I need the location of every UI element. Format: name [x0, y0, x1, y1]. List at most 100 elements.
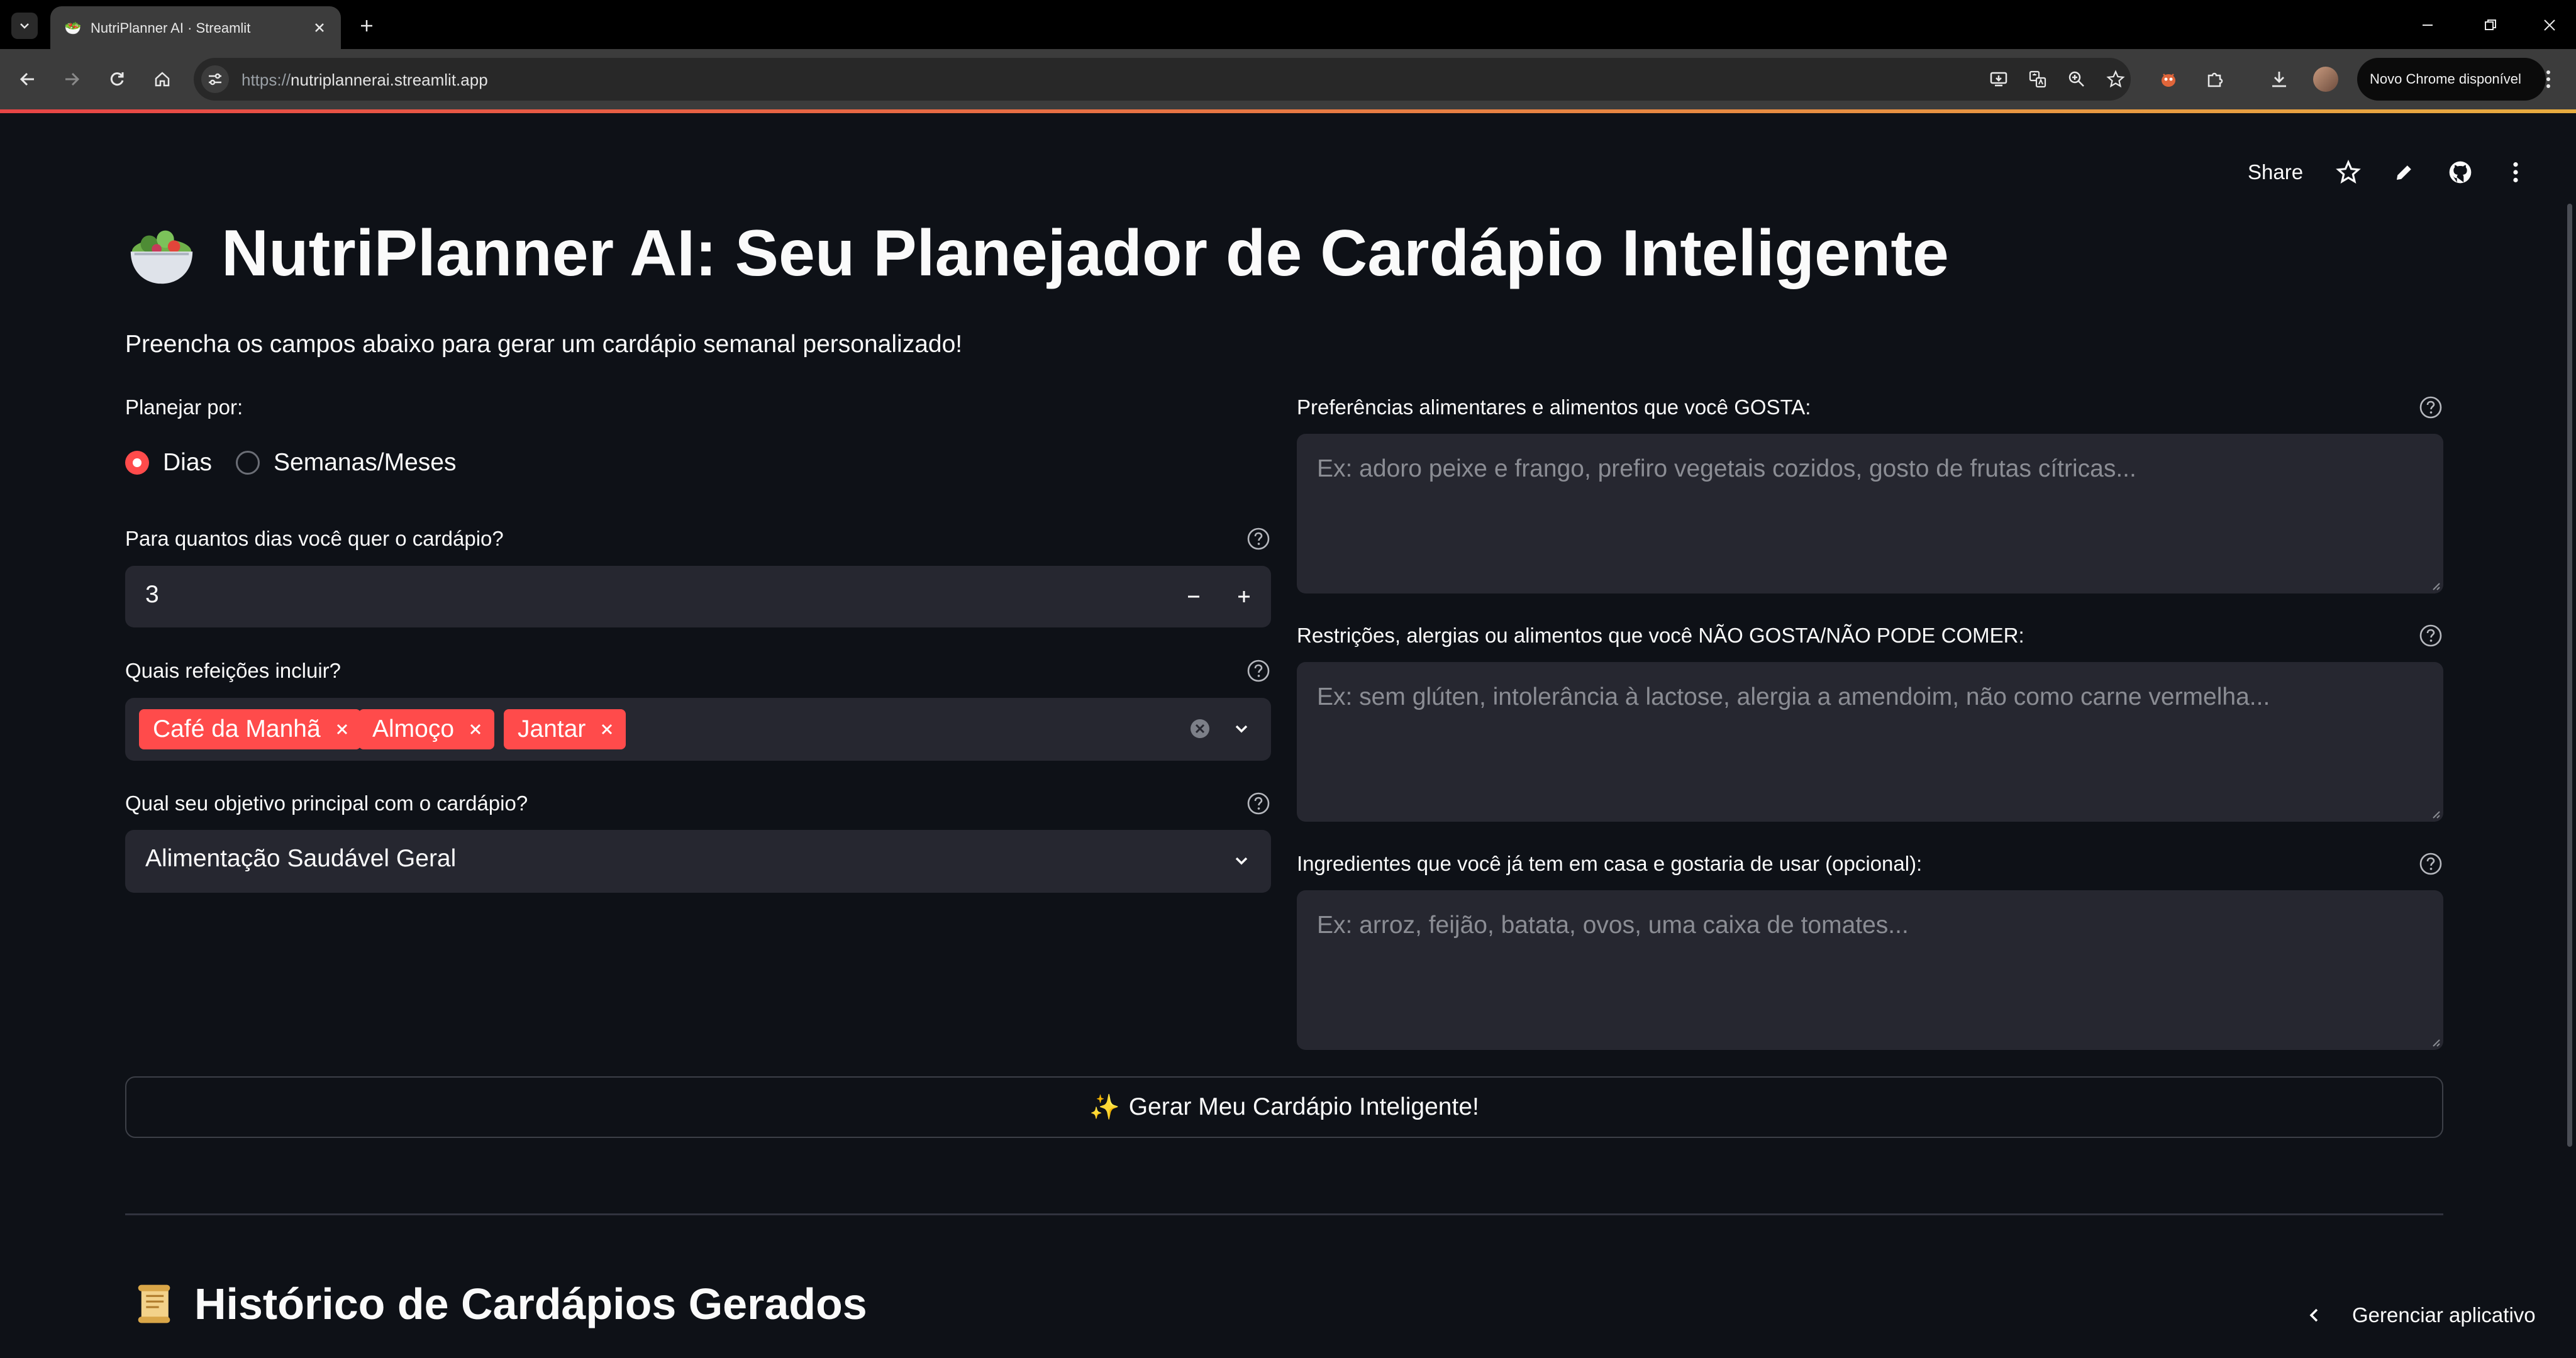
scroll-icon [138, 1284, 170, 1323]
github-button[interactable] [2443, 155, 2478, 190]
tab-search-button[interactable] [11, 13, 38, 39]
site-info-button[interactable] [201, 65, 229, 93]
page-scrollbar[interactable] [2567, 204, 2572, 1147]
manage-app-button[interactable]: Gerenciar aplicativo [2302, 1303, 2536, 1328]
arrow-left-icon [19, 72, 34, 86]
close-icon [315, 23, 324, 32]
days-input-value[interactable]: 3 [145, 581, 159, 609]
reload-icon [110, 72, 124, 86]
translate-button[interactable] [2024, 65, 2051, 93]
home-icon [155, 72, 170, 87]
generate-menu-button[interactable]: ✨ Gerar Meu Cardápio Inteligente! [125, 1076, 2443, 1138]
meals-multiselect[interactable]: Café da Manhã Almoço Jantar [125, 698, 1271, 761]
home-button[interactable] [147, 64, 177, 94]
restore-button[interactable] [2472, 6, 2509, 44]
resize-grip-icon[interactable] [2428, 807, 2441, 819]
remove-chip-button[interactable] [467, 720, 484, 738]
ingredients-input[interactable] [1297, 890, 2443, 1050]
streamlit-app: Share NutriPlanner AI: Seu Planejador de… [0, 109, 2576, 1358]
close-window-button[interactable] [2531, 6, 2568, 44]
minimize-icon [2423, 25, 2433, 26]
close-icon [470, 724, 481, 735]
chevron-left-icon [2302, 1303, 2327, 1328]
meal-chip: Café da Manhã [139, 709, 361, 749]
likes-input[interactable] [1297, 434, 2443, 593]
close-icon [2544, 19, 2555, 31]
decrement-button[interactable] [1175, 578, 1212, 615]
extensions-button[interactable] [2200, 64, 2230, 94]
help-icon[interactable] [2419, 395, 2443, 419]
chrome-update-button[interactable]: Novo Chrome disponível [2357, 58, 2546, 101]
meal-chip-label: Almoço [372, 715, 455, 742]
browser-tab[interactable]: 🥗 NutriPlanner AI · Streamlit [50, 6, 341, 49]
days-label: Para quantos dias você quer o cardápio? [125, 527, 504, 550]
tab-close-button[interactable] [308, 16, 331, 39]
close-icon [336, 724, 347, 735]
restrictions-label: Restrições, alergias ou alimentos que vo… [1297, 624, 2024, 647]
downloads-button[interactable] [2264, 64, 2294, 94]
forward-button[interactable] [57, 64, 87, 94]
reload-button[interactable] [102, 64, 132, 94]
install-icon [1990, 72, 2007, 87]
likes-textarea[interactable] [1297, 434, 2443, 593]
main-menu-button[interactable] [2498, 155, 2533, 190]
ingredients-textarea[interactable] [1297, 890, 2443, 1050]
goal-select[interactable]: Alimentação Saudável Geral [125, 830, 1271, 893]
close-icon [602, 724, 613, 735]
share-button[interactable]: Share [2248, 153, 2303, 191]
profile-avatar[interactable] [2313, 67, 2338, 92]
likes-label: Preferências alimentares e alimentos que… [1297, 395, 1811, 419]
chevron-down-icon [1235, 725, 1248, 733]
url-text[interactable]: https://nutriplannerai.streamlit.app [242, 70, 488, 90]
meal-chip-label: Jantar [518, 715, 586, 742]
dropdown-toggle[interactable] [1223, 842, 1260, 879]
install-app-button[interactable] [1985, 65, 2012, 93]
radio-option-label: Semanas/Meses [274, 449, 457, 476]
minimize-button[interactable] [2409, 6, 2446, 44]
help-icon[interactable] [2419, 624, 2443, 648]
favorite-button[interactable] [2331, 155, 2366, 190]
radio-option-days[interactable]: Dias [125, 449, 212, 477]
url-host: nutriplannerai.streamlit.app [291, 70, 488, 89]
plan-by-label: Planejar por: [125, 395, 243, 419]
help-icon[interactable] [1246, 792, 1270, 815]
edit-button[interactable] [2387, 155, 2422, 190]
clear-all-button[interactable] [1182, 710, 1218, 747]
chevron-down-icon [20, 23, 29, 29]
bookmark-button[interactable] [2102, 65, 2129, 93]
meal-chip-label: Café da Manhã [153, 715, 321, 742]
star-icon [2106, 70, 2125, 88]
restrictions-input[interactable] [1297, 662, 2443, 822]
new-tab-button[interactable] [353, 13, 380, 39]
resize-grip-icon[interactable] [2428, 1035, 2441, 1047]
help-icon[interactable] [1246, 527, 1270, 551]
restrictions-textarea[interactable] [1297, 662, 2443, 822]
clear-circle-icon [1191, 719, 1209, 738]
radio-option-label: Dias [163, 449, 213, 476]
help-icon[interactable] [1246, 659, 1270, 683]
browser-menu-button[interactable] [2534, 64, 2562, 94]
remove-chip-button[interactable] [333, 720, 351, 738]
page-title: NutriPlanner AI: Seu Planejador de Cardá… [125, 216, 1949, 291]
plus-icon [1238, 591, 1250, 602]
days-number-input[interactable]: 3 [125, 566, 1271, 627]
back-button[interactable] [13, 64, 43, 94]
help-icon[interactable] [2419, 852, 2443, 876]
puzzle-icon [2207, 72, 2223, 87]
address-bar[interactable]: https://nutriplannerai.streamlit.app [194, 58, 2131, 101]
sparkles-icon: ✨ [1089, 1094, 1120, 1121]
radio-option-weeks-months[interactable]: Semanas/Meses [236, 449, 456, 477]
browser-toolbar: https://nutriplannerai.streamlit.app Nov… [0, 49, 2576, 109]
resize-grip-icon[interactable] [2428, 578, 2441, 591]
extension-button[interactable] [2153, 64, 2184, 94]
remove-chip-button[interactable] [598, 720, 616, 738]
increment-button[interactable] [1226, 578, 1262, 615]
dropdown-toggle[interactable] [1223, 710, 1260, 747]
plus-icon [361, 20, 372, 31]
zoom-button[interactable] [2063, 65, 2090, 93]
header-decoration [0, 109, 2576, 113]
tab-title: NutriPlanner AI · Streamlit [91, 20, 251, 36]
more-vertical-icon [2546, 70, 2550, 88]
minus-icon [1188, 595, 1199, 598]
tune-icon [209, 73, 221, 86]
